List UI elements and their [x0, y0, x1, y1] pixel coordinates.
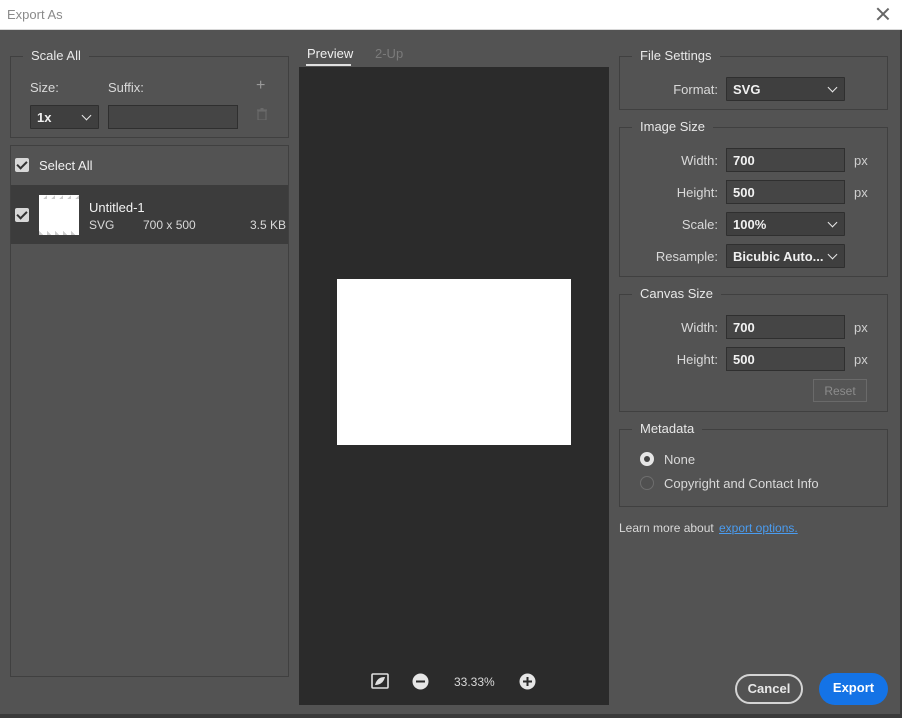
metadata-group: Metadata — [619, 421, 888, 507]
scale-select[interactable]: 100% — [726, 212, 845, 236]
file-settings-heading: File Settings — [632, 48, 720, 63]
tab-2-up[interactable]: 2-Up — [375, 46, 403, 61]
size-label: Size: — [30, 80, 59, 95]
image-size-heading: Image Size — [632, 119, 714, 134]
resample-label: Resample: — [655, 249, 718, 264]
asset-name: Untitled-1 — [89, 200, 145, 215]
resample-select-value: Bicubic Auto... — [733, 249, 824, 264]
checkerboard-toggle-icon[interactable] — [371, 673, 389, 689]
asset-format: SVG — [89, 218, 115, 232]
close-icon[interactable] — [874, 5, 892, 23]
metadata-none-label: None — [664, 452, 696, 467]
reset-button[interactable]: Reset — [813, 379, 867, 402]
zoom-in-icon[interactable] — [519, 673, 536, 690]
zoom-level: 33.33% — [454, 675, 495, 689]
image-width-unit: px — [854, 153, 868, 168]
metadata-heading: Metadata — [632, 421, 703, 436]
metadata-none-radio[interactable] — [640, 452, 654, 466]
chevron-down-icon — [827, 82, 838, 93]
cancel-button[interactable]: Cancel — [735, 674, 803, 704]
image-height-unit: px — [854, 185, 868, 200]
tab-preview[interactable]: Preview — [307, 46, 353, 61]
zoom-out-icon[interactable] — [412, 673, 429, 690]
image-height-value: 500 — [733, 185, 755, 200]
preview-image — [337, 279, 571, 445]
select-all-label: Select All — [39, 158, 93, 173]
title-bar: Export As — [0, 0, 902, 30]
chevron-down-icon — [827, 249, 838, 260]
chevron-down-icon — [827, 217, 838, 228]
canvas-height-value: 500 — [733, 352, 755, 367]
image-width-input[interactable]: 700 — [726, 148, 845, 172]
asset-thumbnail — [39, 195, 79, 235]
chevron-down-icon — [81, 110, 92, 121]
format-select[interactable]: SVG — [726, 77, 845, 101]
canvas-width-value: 700 — [733, 320, 755, 335]
tab-preview-underline — [306, 64, 351, 66]
suffix-label: Suffix: — [108, 80, 144, 95]
scale-label: Scale: — [681, 217, 718, 232]
size-select[interactable]: 1x — [30, 105, 99, 129]
size-select-value: 1x — [37, 110, 52, 125]
trash-icon[interactable] — [257, 108, 267, 120]
image-width-label: Width: — [681, 153, 718, 168]
canvas-height-label: Height: — [676, 352, 718, 367]
list-item[interactable]: Untitled-1 SVG 700 x 500 3.5 KB — [11, 185, 288, 244]
export-button[interactable]: Export — [819, 673, 888, 705]
canvas-height-unit: px — [854, 352, 868, 367]
asset-checkbox[interactable] — [15, 208, 29, 222]
image-height-label: Height: — [676, 185, 718, 200]
canvas-width-input[interactable]: 700 — [726, 315, 845, 339]
scale-all-heading: Scale All — [23, 48, 89, 63]
canvas-size-heading: Canvas Size — [632, 286, 721, 301]
asset-dimensions: 700 x 500 — [143, 218, 196, 232]
format-label: Format: — [673, 82, 718, 97]
window-title: Export As — [7, 7, 63, 22]
image-width-value: 700 — [733, 153, 755, 168]
select-all-checkbox[interactable] — [15, 158, 29, 172]
suffix-input[interactable] — [108, 105, 238, 129]
export-options-link[interactable]: export options. — [719, 521, 798, 535]
canvas-width-label: Width: — [681, 320, 718, 335]
plus-icon[interactable]: + — [256, 77, 265, 95]
asset-file-size: 3.5 KB — [250, 218, 287, 232]
format-select-value: SVG — [733, 82, 761, 97]
metadata-copyright-radio[interactable] — [640, 476, 654, 490]
resample-select[interactable]: Bicubic Auto... — [726, 244, 845, 268]
window-frame-bottom — [0, 714, 902, 718]
learn-more-text: Learn more about — [619, 521, 714, 535]
canvas-width-unit: px — [854, 320, 868, 335]
metadata-copyright-label: Copyright and Contact Info — [664, 476, 819, 491]
scale-select-value: 100% — [733, 217, 767, 232]
image-height-input[interactable]: 500 — [726, 180, 845, 204]
canvas-height-input[interactable]: 500 — [726, 347, 845, 371]
